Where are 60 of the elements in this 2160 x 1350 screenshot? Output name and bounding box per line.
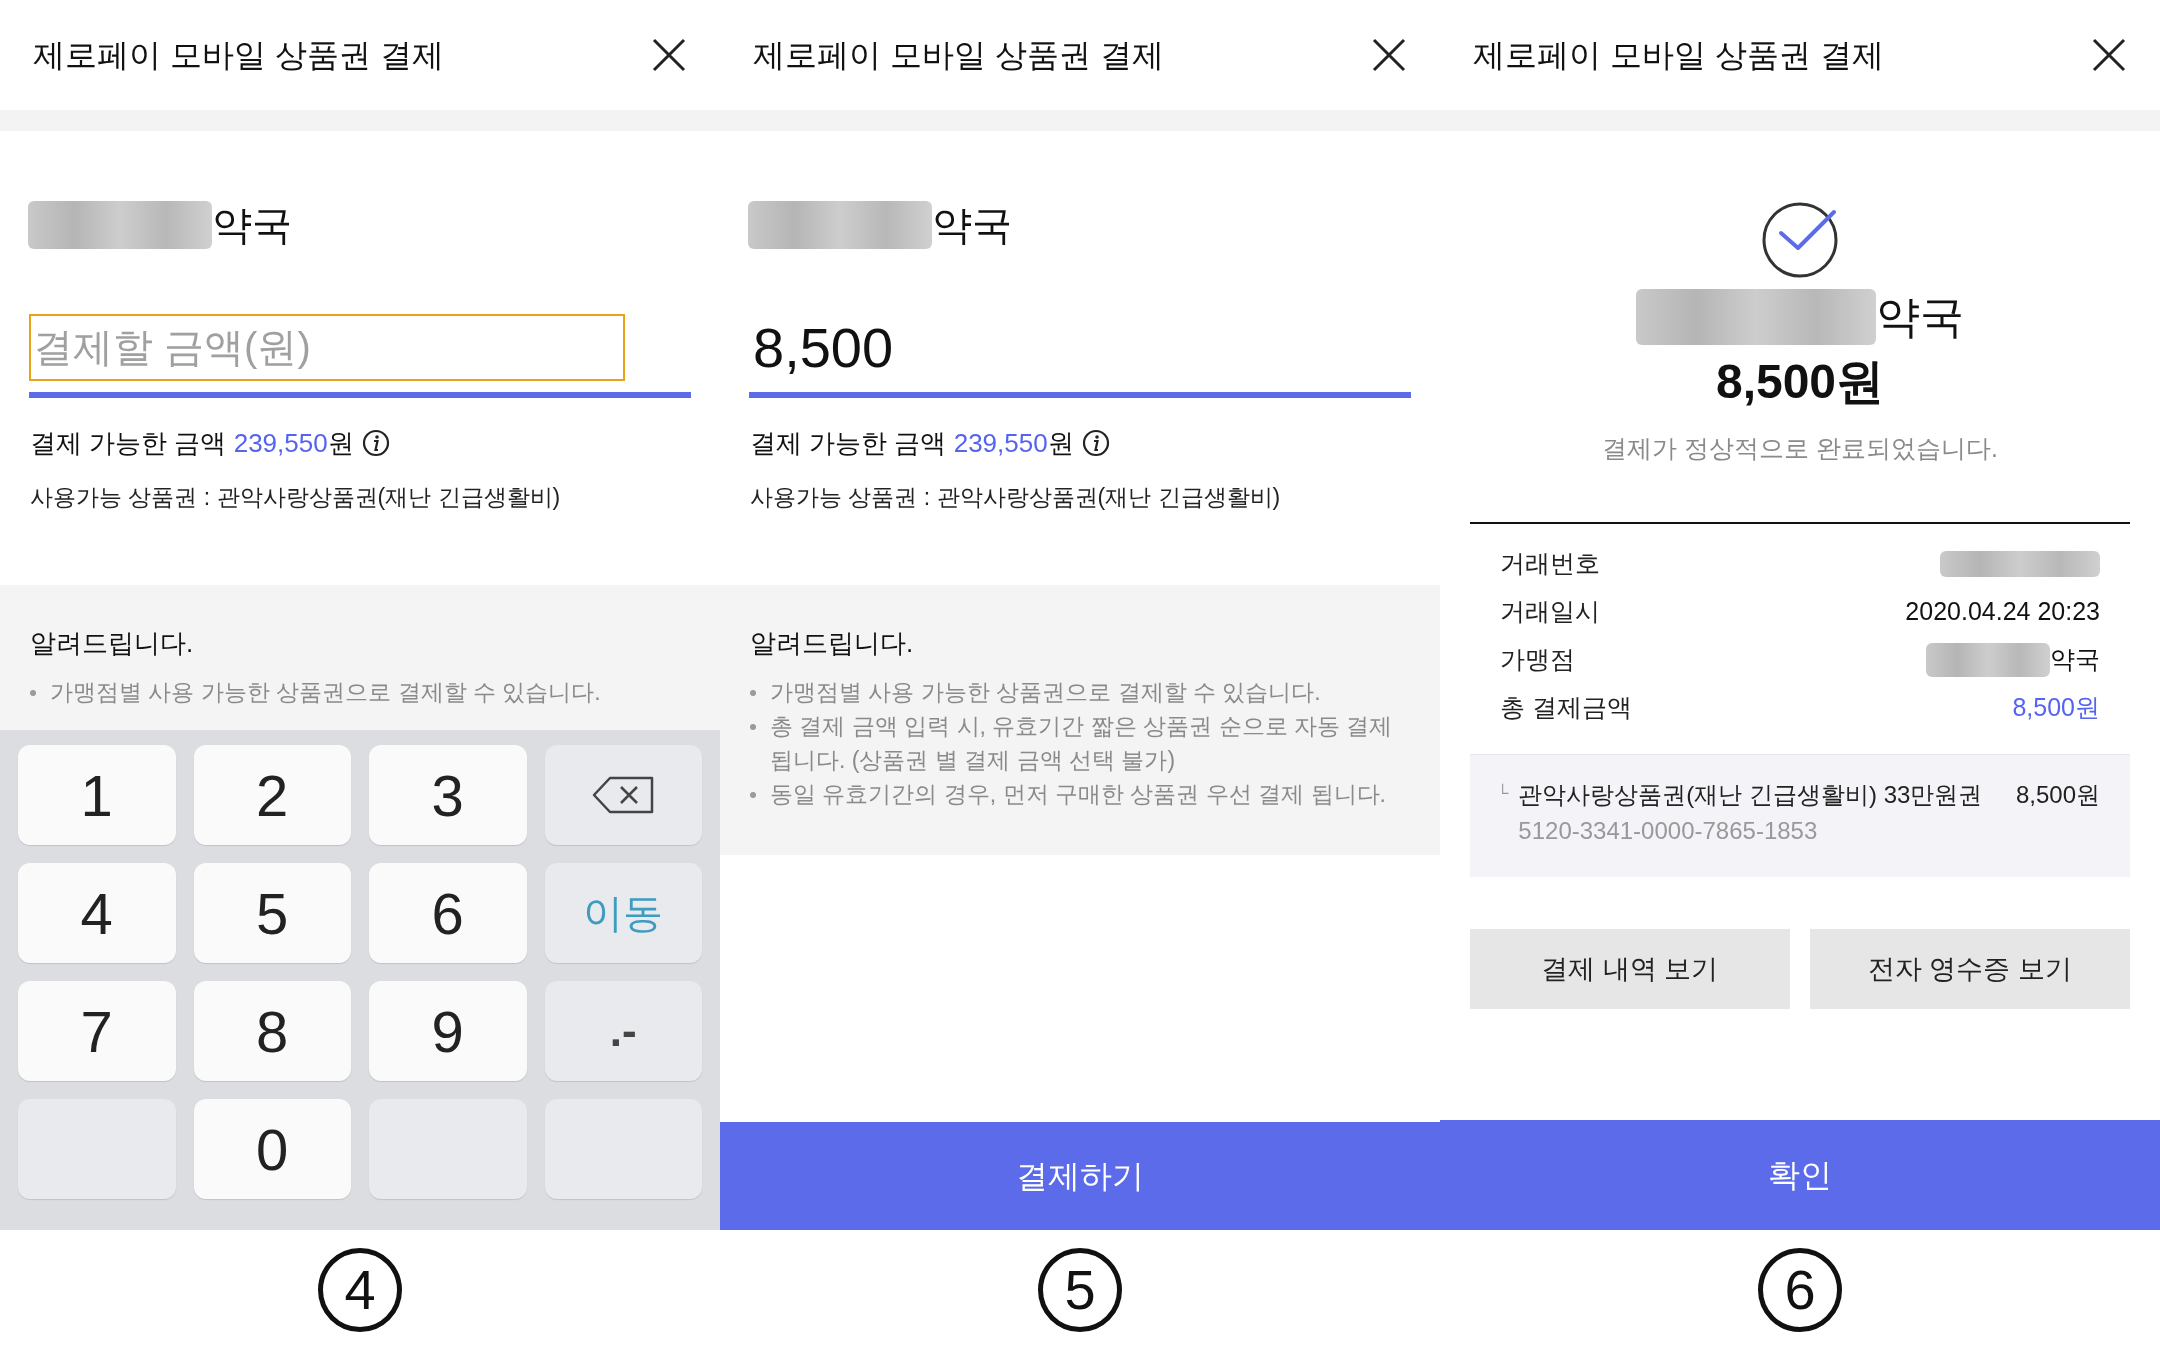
backspace-key[interactable] — [544, 745, 702, 845]
screen-title: 제로페이 모바일 상품권 결제 — [1473, 36, 1884, 75]
digit-key[interactable]: 2 — [193, 745, 351, 845]
backspace-icon — [592, 776, 655, 814]
branch-icon: └ — [1497, 781, 1509, 801]
digit-key[interactable]: 8 — [193, 981, 351, 1081]
amount-field[interactable]: 결제할 금액(원) — [29, 314, 625, 381]
amount-field[interactable]: 8,500 — [749, 314, 1411, 381]
merchant-name: 약국 — [212, 202, 292, 249]
digit-key[interactable]: 6 — [369, 863, 527, 963]
digit-key[interactable]: 5 — [193, 863, 351, 963]
bullet-icon — [750, 792, 756, 798]
notice-item: 총 결제 금액 입력 시, 유효기간 짧은 상품권 순으로 자동 결제 됩니다. (상품권 별 결제 금액 선택 불가) — [770, 712, 1394, 775]
info-icon[interactable] — [1081, 429, 1110, 457]
step-number: 6 — [1758, 1248, 1842, 1332]
total-amount: 8,500원 — [2012, 692, 2100, 724]
available-amount: 결제 가능한 금액 239,550원 — [30, 426, 354, 460]
screen-title: 제로페이 모바일 상품권 결제 — [753, 36, 1164, 75]
symbol-key[interactable]: .- — [544, 981, 702, 1081]
close-icon[interactable] — [2091, 37, 2127, 73]
digit-key[interactable]: 4 — [18, 863, 176, 963]
step-number: 5 — [1038, 1248, 1122, 1332]
detail-label: 가맹점 — [1500, 644, 1575, 676]
step-number: 4 — [318, 1248, 402, 1332]
notice-item: 가맹점별 사용 가능한 상품권으로 결제할 수 있습니다. — [50, 678, 601, 707]
receipt-action-button[interactable]: 전자 영수증 보기 — [1810, 929, 2130, 1009]
receipt-action-button[interactable]: 결제 내역 보기 — [1470, 929, 1790, 1009]
screen-title: 제로페이 모바일 상품권 결제 — [33, 36, 444, 75]
usable-vouchers: 사용가능 상품권 : 관악사랑상품권(재난 긴급생활비) — [30, 482, 561, 512]
pay-button[interactable]: 결제하기 — [720, 1122, 1440, 1230]
merchant-name: 약국 — [1876, 291, 1964, 343]
bullet-icon — [750, 690, 756, 696]
voucher-number: 5120-3341-0000-7865-1853 — [1518, 816, 1819, 846]
digit-key[interactable]: 9 — [369, 981, 527, 1081]
voucher-name: 관악사랑상품권(재난 긴급생활비) 33만원권 — [1518, 780, 1983, 810]
digit-key[interactable]: 1 — [18, 745, 176, 845]
digit-key[interactable]: 7 — [18, 981, 176, 1081]
notice-title: 알려드립니다. — [750, 626, 915, 660]
voucher-amount: 8,500원 — [2015, 780, 2100, 810]
bullet-icon — [750, 724, 756, 730]
detail-label: 거래번호 — [1500, 548, 1600, 580]
detail-value: 2020.04.24 20:23 — [1905, 596, 2100, 628]
detail-label: 거래일시 — [1500, 596, 1600, 628]
digit-key[interactable]: 0 — [193, 1099, 351, 1199]
merchant-name: 약국 — [932, 202, 1012, 249]
close-icon[interactable] — [651, 37, 687, 73]
detail-label: 총 결제금액 — [1500, 692, 1632, 724]
paid-amount: 8,500원 — [1715, 354, 1885, 410]
detail-value: 약국 — [2050, 644, 2100, 676]
notice-title: 알려드립니다. — [30, 626, 195, 660]
notice-item: 가맹점별 사용 가능한 상품권으로 결제할 수 있습니다. — [770, 678, 1321, 707]
bullet-icon — [30, 690, 36, 696]
notice-item: 동일 유효기간의 경우, 먼저 구매한 상품권 우선 결제 됩니다. — [770, 780, 1386, 809]
available-amount: 결제 가능한 금액 239,550원 — [750, 426, 1074, 460]
close-icon[interactable] — [1371, 37, 1407, 73]
usable-vouchers: 사용가능 상품권 : 관악사랑상품권(재난 긴급생활비) — [750, 482, 1281, 512]
info-icon[interactable] — [361, 429, 390, 457]
completion-message: 결제가 정상적으로 완료되었습니다. — [1602, 433, 1998, 465]
confirm-button[interactable]: 확인 — [1440, 1120, 2160, 1230]
digit-key[interactable]: 3 — [369, 745, 527, 845]
